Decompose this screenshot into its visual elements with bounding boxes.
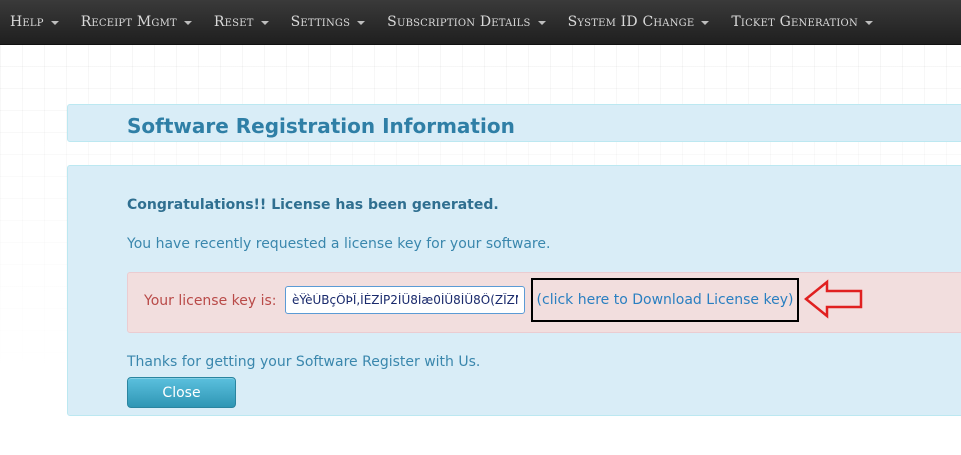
- nav-receipt-mgmt[interactable]: Receipt Mgmt: [71, 0, 202, 45]
- page: Help Receipt Mgmt Reset Settings Subscri…: [0, 0, 961, 455]
- nav-help[interactable]: Help: [0, 0, 69, 45]
- nav-subscription-details[interactable]: Subscription Details: [377, 0, 555, 45]
- nav-settings-label: Settings: [290, 14, 351, 30]
- caret-down-icon: [260, 21, 269, 25]
- license-key-label: Your license key is:: [144, 293, 277, 309]
- nav-ticket-generation-label: Ticket Generation: [731, 14, 858, 30]
- license-key-alert: Your license key is: (click here to Down…: [127, 272, 961, 333]
- caret-down-icon: [864, 21, 873, 25]
- nav-settings[interactable]: Settings: [281, 0, 376, 45]
- nav-reset-label: Reset: [213, 14, 254, 30]
- top-navbar: Help Receipt Mgmt Reset Settings Subscri…: [0, 0, 961, 45]
- download-license-link[interactable]: (click here to Download License key): [531, 278, 799, 322]
- nav-system-id-change-label: System ID Change: [567, 14, 695, 30]
- nav-help-label: Help: [10, 14, 44, 30]
- nav-system-id-change[interactable]: System ID Change: [558, 0, 720, 45]
- page-title: Software Registration Information: [127, 114, 515, 138]
- nav-subscription-details-label: Subscription Details: [387, 14, 531, 30]
- nav-receipt-mgmt-label: Receipt Mgmt: [80, 14, 177, 30]
- caret-down-icon: [357, 21, 366, 25]
- caret-down-icon: [537, 21, 546, 25]
- caret-down-icon: [50, 21, 59, 25]
- caret-down-icon: [701, 21, 710, 25]
- title-panel: Software Registration Information: [67, 104, 961, 142]
- nav-reset[interactable]: Reset: [204, 0, 279, 45]
- requested-message: You have recently requested a license ke…: [127, 236, 551, 252]
- thanks-message: Thanks for getting your Software Registe…: [127, 354, 481, 370]
- arrow-left-icon: [804, 279, 863, 319]
- close-button[interactable]: Close: [127, 377, 236, 408]
- nav-ticket-generation[interactable]: Ticket Generation: [721, 0, 883, 45]
- caret-down-icon: [183, 21, 192, 25]
- license-key-input[interactable]: [285, 286, 525, 314]
- congrats-message: Congratulations!! License has been gener…: [127, 197, 499, 213]
- registration-info-panel: Congratulations!! License has been gener…: [67, 165, 961, 416]
